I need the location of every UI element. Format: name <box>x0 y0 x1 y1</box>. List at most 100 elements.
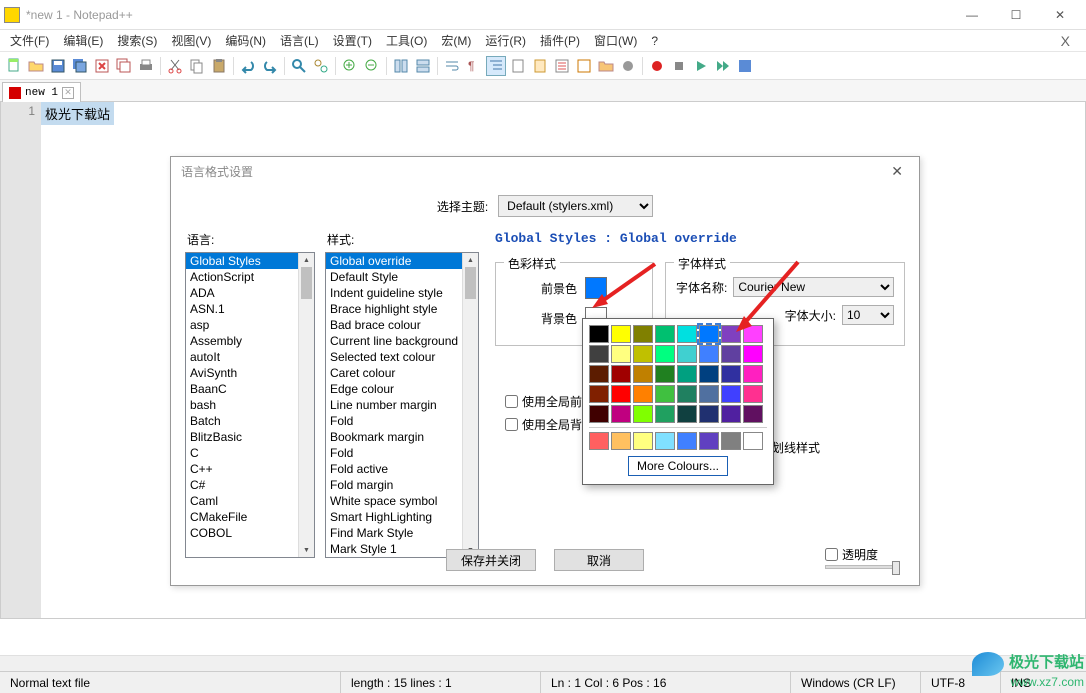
menu-file[interactable]: 文件(F) <box>4 30 55 51</box>
palette-cell[interactable] <box>589 325 609 343</box>
palette-cell[interactable] <box>633 385 653 403</box>
monitoring-icon[interactable] <box>618 56 638 76</box>
menu-edit[interactable]: 编辑(E) <box>57 30 109 51</box>
style-listbox[interactable]: Global overrideDefault StyleIndent guide… <box>325 252 479 558</box>
use-global-bg-checkbox[interactable] <box>505 418 518 431</box>
menu-plugins[interactable]: 插件(P) <box>534 30 586 51</box>
palette-cell[interactable] <box>655 345 675 363</box>
menu-encoding[interactable]: 编码(N) <box>219 30 272 51</box>
palette-cell[interactable] <box>721 365 741 383</box>
replace-icon[interactable] <box>311 56 331 76</box>
use-global-fg-checkbox[interactable] <box>505 395 518 408</box>
palette-cell[interactable] <box>655 385 675 403</box>
palette-cell[interactable] <box>721 385 741 403</box>
style-item[interactable]: Brace highlight style <box>326 301 462 317</box>
style-item[interactable]: Smart HighLighting <box>326 509 462 525</box>
style-item[interactable]: Find Mark Style <box>326 525 462 541</box>
palette-cell[interactable] <box>655 325 675 343</box>
scrollbar[interactable]: ▲▼ <box>462 253 478 557</box>
menu-tools[interactable]: 工具(O) <box>380 30 433 51</box>
palette-cell[interactable] <box>721 432 741 450</box>
palette-cell[interactable] <box>633 345 653 363</box>
language-item[interactable]: COBOL <box>186 525 298 541</box>
palette-cell[interactable] <box>611 325 631 343</box>
doc-list-icon[interactable] <box>552 56 572 76</box>
new-file-icon[interactable] <box>4 56 24 76</box>
palette-cell[interactable] <box>611 345 631 363</box>
palette-cell[interactable] <box>611 365 631 383</box>
find-icon[interactable] <box>289 56 309 76</box>
style-item[interactable]: Edge colour <box>326 381 462 397</box>
paste-icon[interactable] <box>209 56 229 76</box>
palette-cell[interactable] <box>611 432 631 450</box>
tab-new1[interactable]: new 1 ✕ <box>2 82 81 102</box>
font-size-select[interactable]: 10 <box>842 305 894 325</box>
menu-help[interactable]: ? <box>645 32 664 50</box>
close-all-icon[interactable] <box>114 56 134 76</box>
style-item[interactable]: Fold <box>326 413 462 429</box>
close-file-icon[interactable] <box>92 56 112 76</box>
palette-cell[interactable] <box>743 432 763 450</box>
close-button[interactable]: ✕ <box>1038 0 1082 30</box>
palette-cell[interactable] <box>677 365 697 383</box>
style-item[interactable]: Fold margin <box>326 477 462 493</box>
palette-cell[interactable] <box>633 325 653 343</box>
palette-cell[interactable] <box>677 405 697 423</box>
palette-cell[interactable] <box>611 405 631 423</box>
palette-cell[interactable] <box>677 345 697 363</box>
zoom-in-icon[interactable] <box>340 56 360 76</box>
stop-record-icon[interactable] <box>669 56 689 76</box>
menu-window[interactable]: 窗口(W) <box>588 30 643 51</box>
menu-view[interactable]: 视图(V) <box>165 30 217 51</box>
style-item[interactable]: Selected text colour <box>326 349 462 365</box>
print-icon[interactable] <box>136 56 156 76</box>
wrap-icon[interactable] <box>442 56 462 76</box>
palette-cell[interactable] <box>699 432 719 450</box>
palette-cell[interactable] <box>743 405 763 423</box>
palette-cell[interactable] <box>589 405 609 423</box>
style-item[interactable]: Bookmark margin <box>326 429 462 445</box>
style-item[interactable]: Fold <box>326 445 462 461</box>
tab-close-icon[interactable]: ✕ <box>62 87 74 99</box>
show-all-chars-icon[interactable]: ¶ <box>464 56 484 76</box>
doc-map-icon[interactable] <box>530 56 550 76</box>
transparency-checkbox[interactable] <box>825 546 838 563</box>
style-item[interactable]: Indent guideline style <box>326 285 462 301</box>
horizontal-scrollbar[interactable] <box>0 655 1086 671</box>
palette-cell[interactable] <box>699 385 719 403</box>
language-item[interactable]: AviSynth <box>186 365 298 381</box>
palette-cell[interactable] <box>655 365 675 383</box>
more-colours-button[interactable]: More Colours... <box>628 456 728 476</box>
style-item[interactable]: Line number margin <box>326 397 462 413</box>
menu-settings[interactable]: 设置(T) <box>327 30 378 51</box>
language-item[interactable]: ADA <box>186 285 298 301</box>
language-item[interactable]: Batch <box>186 413 298 429</box>
palette-cell[interactable] <box>633 365 653 383</box>
palette-cell[interactable] <box>633 432 653 450</box>
palette-cell[interactable] <box>699 325 719 343</box>
fast-play-icon[interactable] <box>713 56 733 76</box>
palette-cell[interactable] <box>743 385 763 403</box>
style-item[interactable]: Bad brace colour <box>326 317 462 333</box>
zoom-out-icon[interactable] <box>362 56 382 76</box>
palette-cell[interactable] <box>633 405 653 423</box>
palette-cell[interactable] <box>677 325 697 343</box>
help-x-icon[interactable]: X <box>1049 33 1082 49</box>
palette-cell[interactable] <box>655 405 675 423</box>
palette-cell[interactable] <box>699 365 719 383</box>
func-list-icon[interactable] <box>574 56 594 76</box>
save-macro-icon[interactable] <box>735 56 755 76</box>
palette-cell[interactable] <box>699 405 719 423</box>
sync-v-icon[interactable] <box>391 56 411 76</box>
style-item[interactable]: Caret colour <box>326 365 462 381</box>
language-item[interactable]: Global Styles <box>186 253 298 269</box>
style-item[interactable]: White space symbol <box>326 493 462 509</box>
language-item[interactable]: autoIt <box>186 349 298 365</box>
menu-language[interactable]: 语言(L) <box>274 30 325 51</box>
cut-icon[interactable] <box>165 56 185 76</box>
redo-icon[interactable] <box>260 56 280 76</box>
language-item[interactable]: C <box>186 445 298 461</box>
palette-cell[interactable] <box>589 365 609 383</box>
palette-cell[interactable] <box>589 345 609 363</box>
language-item[interactable]: BlitzBasic <box>186 429 298 445</box>
